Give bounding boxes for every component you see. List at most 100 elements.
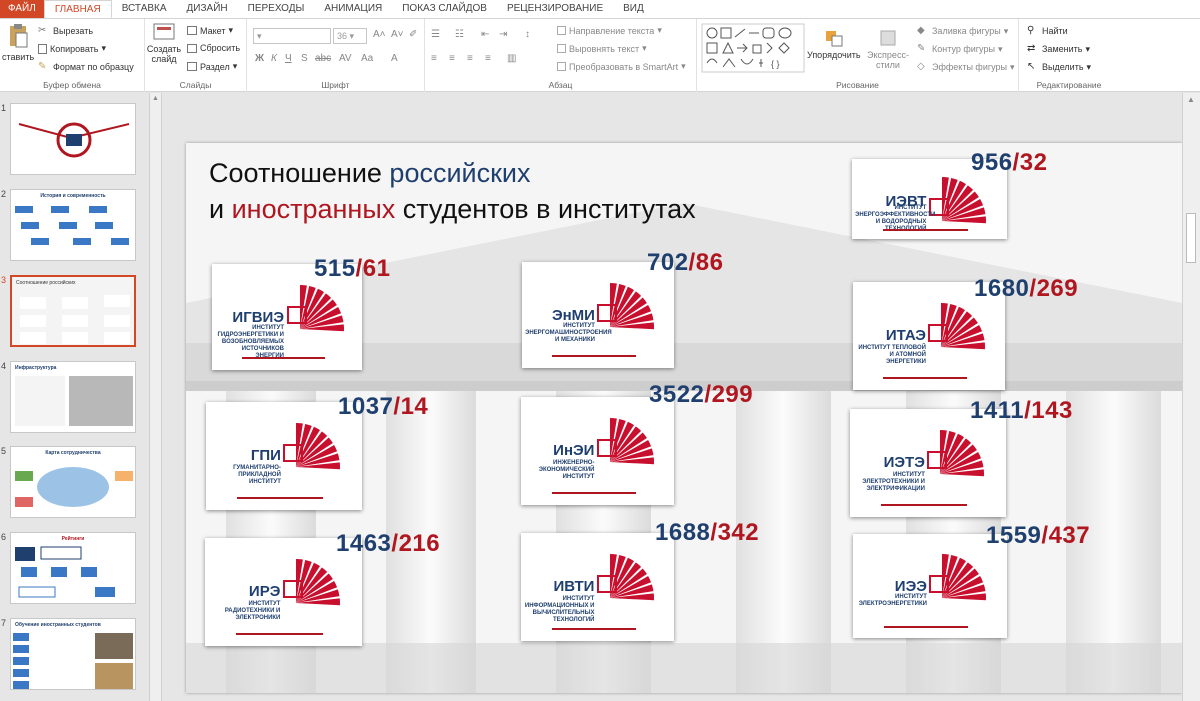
case-icon[interactable]: Aa [361, 53, 373, 64]
underline-icon[interactable]: Ч [285, 53, 292, 64]
clear-format-icon[interactable]: ✐ [409, 29, 417, 40]
slide-thumbnail-5[interactable]: Карта сотрудничества [10, 446, 136, 518]
slide-thumbnail-1[interactable] [10, 103, 136, 175]
foreign-students-count: 61 [362, 255, 391, 282]
columns-icon[interactable]: ▥ [507, 53, 516, 64]
scissors-icon: ✂ [38, 25, 47, 36]
institute-card[interactable]: ИЭТЭ Институт электротехники и электрифик… [850, 409, 1006, 517]
shape-outline-button[interactable]: ✎ Контур фигуры ▾ [917, 43, 1002, 55]
bold-icon[interactable]: Ж [255, 53, 264, 64]
institute-emblem-icon [927, 429, 985, 477]
cut-button[interactable]: ✂ Вырезать [38, 25, 93, 37]
thumb-4-title: Инфраструктура [15, 365, 57, 371]
increase-indent-icon[interactable]: ⇥ [499, 29, 507, 40]
thumbnails-scrollbar[interactable]: ▲ [150, 93, 162, 701]
reset-button[interactable]: Сбросить [187, 43, 240, 53]
layout-button[interactable]: Макет ▾ [187, 25, 233, 36]
shape-fill-button[interactable]: ◆ Заливка фигуры ▾ [917, 25, 1008, 37]
slide-scrollbar[interactable]: ▲ [1182, 93, 1200, 701]
institute-name: Институт электротехники и электрификации [862, 471, 925, 492]
tab-view[interactable]: ВИД [613, 0, 654, 18]
svg-text:{ }: { } [771, 59, 780, 69]
institute-underline [237, 497, 323, 500]
align-text-button[interactable]: Выровнять текст ▾ [557, 43, 647, 54]
student-ratio-label: 1037/14 [338, 393, 428, 421]
shape-effects-button[interactable]: ◇ Эффекты фигуры ▾ [917, 61, 1015, 73]
tab-slideshow[interactable]: ПОКАЗ СЛАЙДОВ [392, 0, 497, 18]
slide-thumbnail-6[interactable]: Рейтинги [10, 532, 136, 604]
institute-abbr: ИВТИ [553, 578, 595, 596]
institute-emblem-icon [929, 554, 987, 601]
quick-styles-label: Экспресс-стили [867, 50, 909, 70]
foreign-students-count: 299 [711, 381, 754, 408]
slide-canvas[interactable]: Соотношение российских и иностранных сту… [186, 143, 1182, 693]
italic-icon[interactable]: К [271, 53, 277, 64]
slide-thumbnail-2[interactable]: История и современность [10, 189, 136, 261]
paste-button[interactable]: ставить [2, 23, 34, 62]
title-text: Соотношение [209, 158, 390, 188]
font-size-combo[interactable]: 36 ▾ [333, 28, 367, 44]
tab-transitions[interactable]: ПЕРЕХОДЫ [238, 0, 315, 18]
scroll-up-icon[interactable]: ▲ [152, 95, 159, 102]
format-painter-button[interactable]: ✎ Формат по образцу [38, 61, 134, 73]
institute-card[interactable]: ИВТИ Институт информационных и вычислител… [521, 533, 674, 641]
text-direction-icon [557, 26, 566, 35]
slide-thumbnail-4[interactable]: Инфраструктура [10, 361, 136, 433]
arrange-button[interactable]: Упорядочить [807, 29, 861, 60]
replace-button[interactable]: ⇄ Заменить ▾ [1027, 43, 1090, 55]
tab-animation[interactable]: АНИМАЦИЯ [314, 0, 392, 18]
student-ratio-label: 1559/437 [986, 522, 1090, 550]
section-button[interactable]: Раздел ▾ [187, 61, 237, 72]
decrease-indent-icon[interactable]: ⇤ [481, 29, 489, 40]
slide-thumbnail-7[interactable]: Обучение иностранных студентов [10, 618, 136, 690]
scroll-up-icon[interactable]: ▲ [1187, 95, 1195, 104]
scroll-thumb[interactable] [1186, 213, 1196, 263]
title-text: студентов в институтах [395, 194, 696, 224]
slide-thumbnail-3-active[interactable]: Соотношение российских [10, 275, 136, 347]
font-name-combo[interactable]: ▾ [253, 28, 331, 44]
numbering-icon[interactable]: ☷ [455, 29, 464, 40]
justify-icon[interactable]: ≡ [485, 53, 491, 64]
ratio-separator: / [688, 249, 696, 276]
align-left-icon[interactable]: ≡ [431, 53, 437, 64]
institute-card[interactable]: ЭнМИ Институт энергомашиностроения и меха… [522, 262, 674, 368]
russian-students-count: 515 [314, 255, 356, 282]
ratio-separator: / [704, 381, 712, 408]
find-button[interactable]: ⚲ Найти [1027, 25, 1068, 37]
section-label: Раздел [200, 61, 230, 72]
strike-icon[interactable]: abc [315, 53, 331, 64]
russian-students-count: 1037 [338, 393, 394, 420]
layout-icon [187, 26, 197, 35]
tab-insert[interactable]: ВСТАВКА [112, 0, 177, 18]
shapes-gallery[interactable]: { } [701, 23, 805, 73]
bullets-icon[interactable]: ☰ [431, 29, 440, 40]
shape-fill-label: Заливка фигуры [932, 26, 1001, 36]
tab-home[interactable]: ГЛАВНАЯ [43, 0, 112, 18]
shape-effects-label: Эффекты фигуры [932, 62, 1008, 72]
institute-name: Институт электроэнергетики [858, 594, 927, 608]
institute-card[interactable]: ИЭЭ Институт электроэнергетики [853, 534, 1007, 638]
text-direction-button[interactable]: Направление текста ▾ [557, 25, 662, 36]
copy-button[interactable]: Копировать ▾ [38, 43, 106, 54]
select-button[interactable]: ↖ Выделить ▾ [1027, 61, 1091, 73]
line-spacing-icon[interactable]: ↕ [525, 29, 530, 40]
institute-underline [883, 377, 967, 380]
font-color-icon[interactable]: A [391, 53, 398, 64]
thumb-5-title: Карта сотрудничества [45, 450, 101, 456]
new-slide-button[interactable]: Создать слайд [147, 23, 181, 64]
align-right-icon[interactable]: ≡ [467, 53, 473, 64]
quick-styles-button[interactable]: Экспресс-стили [865, 29, 911, 70]
shadow-icon[interactable]: S [301, 53, 308, 64]
shrink-font-icon[interactable]: A˅ [391, 29, 404, 40]
smartart-button[interactable]: Преобразовать в SmartArt ▾ [557, 61, 686, 72]
tab-design[interactable]: ДИЗАЙН [177, 0, 238, 18]
align-center-icon[interactable]: ≡ [449, 53, 455, 64]
institute-card[interactable]: ИнЭИ Инженерно-экономический институт [521, 397, 674, 505]
spacing-icon[interactable]: AV [339, 53, 352, 64]
grow-font-icon[interactable]: A˄ [373, 29, 386, 40]
tab-file[interactable]: ФАЙЛ [0, 0, 44, 18]
brush-icon: ✎ [38, 61, 47, 72]
section-icon [187, 62, 197, 71]
institute-name: Инженерно-экономический институт [538, 459, 595, 480]
tab-review[interactable]: РЕЦЕНЗИРОВАНИЕ [497, 0, 613, 18]
